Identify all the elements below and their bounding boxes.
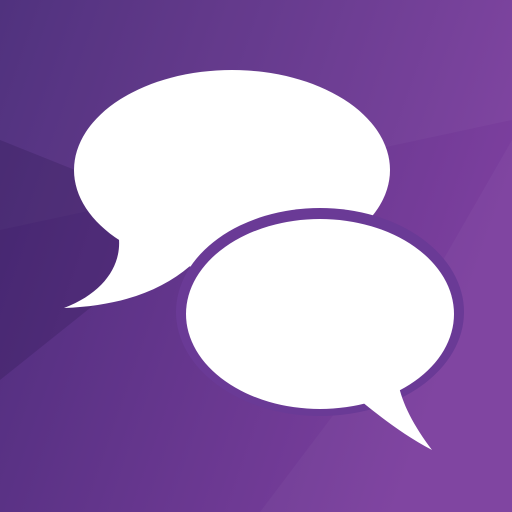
app-icon xyxy=(0,0,512,512)
app-icon-svg xyxy=(0,0,512,512)
speech-bubble-front-body xyxy=(186,219,454,409)
